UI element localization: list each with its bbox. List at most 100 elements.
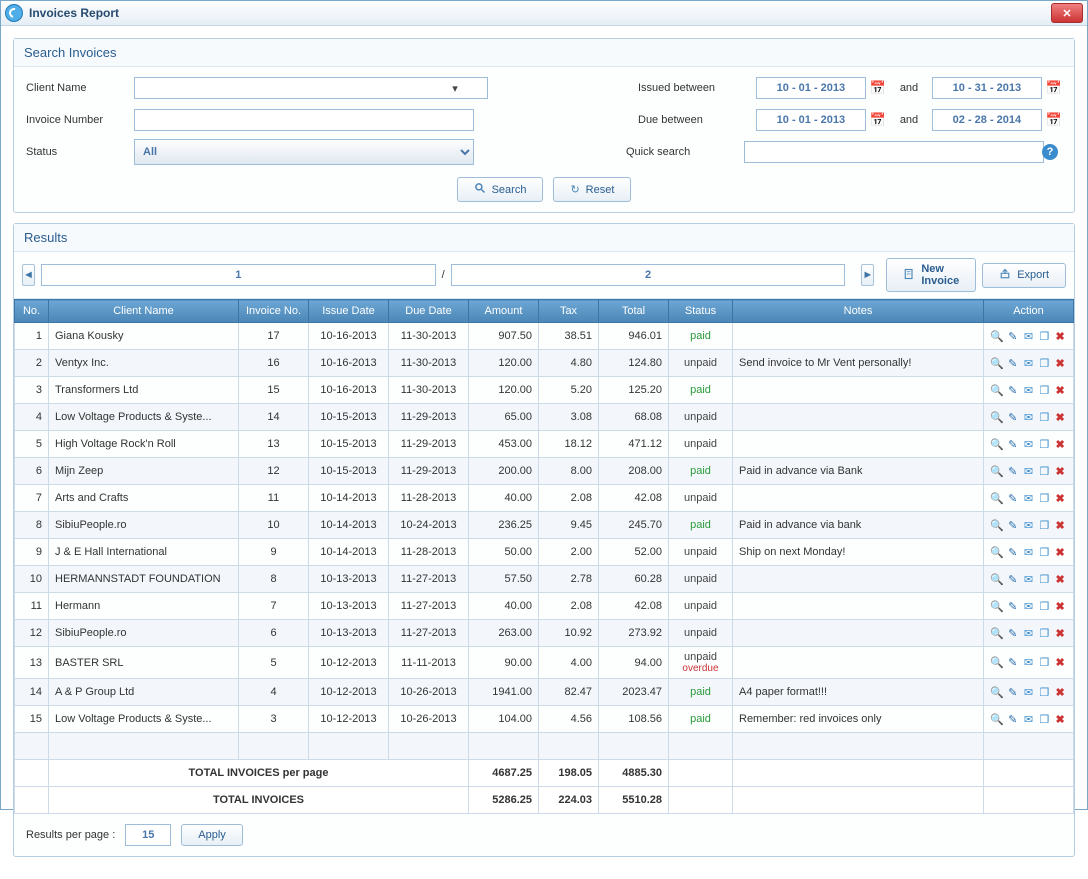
delete-icon[interactable]: ✖ (1053, 545, 1067, 559)
edit-icon[interactable]: ✎ (1006, 545, 1020, 559)
send-icon[interactable]: ✉ (1022, 329, 1036, 343)
due-from-input[interactable] (756, 109, 866, 131)
table-row[interactable]: 7Arts and Crafts1110-14-201311-28-201340… (15, 485, 1074, 512)
view-icon[interactable]: 🔍 (990, 572, 1004, 586)
send-icon[interactable]: ✉ (1022, 464, 1036, 478)
delete-icon[interactable]: ✖ (1053, 356, 1067, 370)
view-icon[interactable]: 🔍 (990, 329, 1004, 343)
view-icon[interactable]: 🔍 (990, 685, 1004, 699)
delete-icon[interactable]: ✖ (1053, 437, 1067, 451)
col-issue-date[interactable]: Issue Date (309, 300, 389, 323)
send-icon[interactable]: ✉ (1022, 410, 1036, 424)
table-row[interactable]: 8SibiuPeople.ro1010-14-201310-24-2013236… (15, 512, 1074, 539)
table-row[interactable]: 3Transformers Ltd1510-16-201311-30-20131… (15, 377, 1074, 404)
edit-icon[interactable]: ✎ (1006, 572, 1020, 586)
send-icon[interactable]: ✉ (1022, 626, 1036, 640)
delete-icon[interactable]: ✖ (1053, 329, 1067, 343)
col-client[interactable]: Client Name (49, 300, 239, 323)
duplicate-icon[interactable]: ❐ (1037, 572, 1051, 586)
duplicate-icon[interactable]: ❐ (1037, 656, 1051, 670)
calendar-icon[interactable]: 📅 (1046, 80, 1062, 96)
view-icon[interactable]: 🔍 (990, 599, 1004, 613)
calendar-icon[interactable]: 📅 (870, 112, 886, 128)
edit-icon[interactable]: ✎ (1006, 437, 1020, 451)
delete-icon[interactable]: ✖ (1053, 656, 1067, 670)
edit-icon[interactable]: ✎ (1006, 626, 1020, 640)
results-per-page-input[interactable] (125, 824, 171, 846)
edit-icon[interactable]: ✎ (1006, 685, 1020, 699)
new-invoice-button[interactable]: New Invoice (886, 258, 976, 292)
view-icon[interactable]: 🔍 (990, 545, 1004, 559)
export-button[interactable]: Export (982, 263, 1066, 288)
edit-icon[interactable]: ✎ (1006, 599, 1020, 613)
edit-icon[interactable]: ✎ (1006, 712, 1020, 726)
table-row[interactable]: 15Low Voltage Products & Syste...310-12-… (15, 706, 1074, 733)
send-icon[interactable]: ✉ (1022, 545, 1036, 559)
invoice-number-input[interactable] (134, 109, 474, 131)
delete-icon[interactable]: ✖ (1053, 491, 1067, 505)
calendar-icon[interactable]: 📅 (1046, 112, 1062, 128)
send-icon[interactable]: ✉ (1022, 599, 1036, 613)
send-icon[interactable]: ✉ (1022, 383, 1036, 397)
col-tax[interactable]: Tax (539, 300, 599, 323)
send-icon[interactable]: ✉ (1022, 491, 1036, 505)
send-icon[interactable]: ✉ (1022, 572, 1036, 586)
edit-icon[interactable]: ✎ (1006, 464, 1020, 478)
delete-icon[interactable]: ✖ (1053, 572, 1067, 586)
table-row[interactable]: 2Ventyx Inc.1610-16-201311-30-2013120.00… (15, 350, 1074, 377)
delete-icon[interactable]: ✖ (1053, 464, 1067, 478)
duplicate-icon[interactable]: ❐ (1037, 518, 1051, 532)
issued-to-input[interactable] (932, 77, 1042, 99)
edit-icon[interactable]: ✎ (1006, 518, 1020, 532)
view-icon[interactable]: 🔍 (990, 712, 1004, 726)
duplicate-icon[interactable]: ❐ (1037, 626, 1051, 640)
table-row[interactable]: 10HERMANNSTADT FOUNDATION810-13-201311-2… (15, 566, 1074, 593)
edit-icon[interactable]: ✎ (1006, 410, 1020, 424)
reset-button[interactable]: ↻ Reset (553, 177, 631, 202)
view-icon[interactable]: 🔍 (990, 464, 1004, 478)
view-icon[interactable]: 🔍 (990, 626, 1004, 640)
duplicate-icon[interactable]: ❐ (1037, 545, 1051, 559)
delete-icon[interactable]: ✖ (1053, 599, 1067, 613)
col-status[interactable]: Status (669, 300, 733, 323)
view-icon[interactable]: 🔍 (990, 356, 1004, 370)
duplicate-icon[interactable]: ❐ (1037, 383, 1051, 397)
col-invoice-no[interactable]: Invoice No. (239, 300, 309, 323)
help-icon[interactable]: ? (1042, 144, 1058, 160)
table-row[interactable]: 4Low Voltage Products & Syste...1410-15-… (15, 404, 1074, 431)
send-icon[interactable]: ✉ (1022, 656, 1036, 670)
table-row[interactable]: 5High Voltage Rock'n Roll1310-15-201311-… (15, 431, 1074, 458)
send-icon[interactable]: ✉ (1022, 356, 1036, 370)
client-name-input[interactable] (134, 77, 488, 99)
send-icon[interactable]: ✉ (1022, 712, 1036, 726)
table-row[interactable]: 11Hermann710-13-201311-27-201340.002.084… (15, 593, 1074, 620)
edit-icon[interactable]: ✎ (1006, 491, 1020, 505)
status-select[interactable]: All (134, 139, 474, 165)
delete-icon[interactable]: ✖ (1053, 685, 1067, 699)
send-icon[interactable]: ✉ (1022, 437, 1036, 451)
delete-icon[interactable]: ✖ (1053, 518, 1067, 532)
duplicate-icon[interactable]: ❐ (1037, 356, 1051, 370)
edit-icon[interactable]: ✎ (1006, 329, 1020, 343)
view-icon[interactable]: 🔍 (990, 491, 1004, 505)
calendar-icon[interactable]: 📅 (870, 80, 886, 96)
col-amount[interactable]: Amount (469, 300, 539, 323)
quick-search-input[interactable] (744, 141, 1044, 163)
duplicate-icon[interactable]: ❐ (1037, 599, 1051, 613)
pager-next-button[interactable]: ► (861, 264, 874, 286)
issued-from-input[interactable] (756, 77, 866, 99)
send-icon[interactable]: ✉ (1022, 685, 1036, 699)
duplicate-icon[interactable]: ❐ (1037, 410, 1051, 424)
send-icon[interactable]: ✉ (1022, 518, 1036, 532)
duplicate-icon[interactable]: ❐ (1037, 685, 1051, 699)
delete-icon[interactable]: ✖ (1053, 383, 1067, 397)
pager-current-input[interactable] (41, 264, 436, 286)
view-icon[interactable]: 🔍 (990, 518, 1004, 532)
view-icon[interactable]: 🔍 (990, 383, 1004, 397)
close-button[interactable]: ✕ (1051, 3, 1083, 23)
col-total[interactable]: Total (599, 300, 669, 323)
duplicate-icon[interactable]: ❐ (1037, 329, 1051, 343)
edit-icon[interactable]: ✎ (1006, 656, 1020, 670)
table-row[interactable]: 6Mijn Zeep1210-15-201311-29-2013200.008.… (15, 458, 1074, 485)
delete-icon[interactable]: ✖ (1053, 626, 1067, 640)
